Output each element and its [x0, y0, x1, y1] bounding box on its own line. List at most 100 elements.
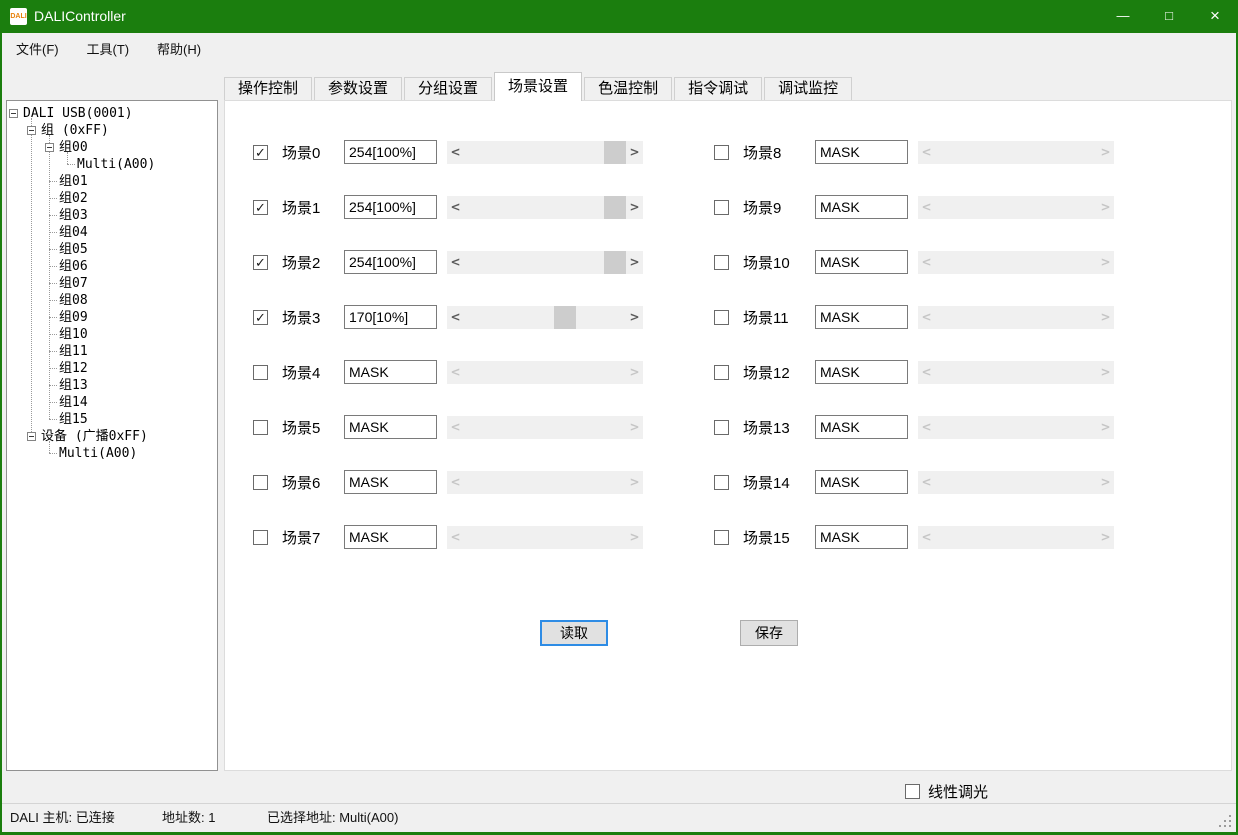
tree-item-label[interactable]: 组14	[59, 394, 88, 411]
scene-checkbox[interactable]	[714, 255, 729, 270]
tab-6[interactable]: 调试监控	[764, 77, 852, 100]
tree-item-label[interactable]: 组05	[59, 241, 88, 258]
tree-item[interactable]: 设备 (广播0xFF)	[7, 428, 217, 445]
scene-level-scrollbar[interactable]: <>	[447, 251, 643, 274]
scene-value-input[interactable]	[344, 250, 437, 274]
tree-item[interactable]: Multi(A00)	[7, 156, 217, 173]
tree-item-label[interactable]: Multi(A00)	[59, 445, 137, 462]
scrollbar-thumb[interactable]	[604, 251, 626, 274]
scene-checkbox[interactable]	[253, 420, 268, 435]
tree-item-label[interactable]: 组02	[59, 190, 88, 207]
tab-5[interactable]: 指令调试	[674, 77, 762, 100]
scene-checkbox[interactable]: ✓	[253, 310, 268, 325]
tab-4[interactable]: 色温控制	[584, 77, 672, 100]
tree-item-label[interactable]: 设备 (广播0xFF)	[41, 428, 148, 445]
tree-item-label[interactable]: 组00	[59, 139, 88, 156]
scene-checkbox[interactable]	[714, 420, 729, 435]
tree-item-label[interactable]: 组03	[59, 207, 88, 224]
tree-item[interactable]: 组15	[7, 411, 217, 428]
tree-item[interactable]: 组 (0xFF)	[7, 122, 217, 139]
close-button-icon[interactable]: ×	[1192, 0, 1238, 33]
scroll-left-arrow-icon[interactable]: <	[447, 196, 464, 219]
scene-checkbox[interactable]: ✓	[253, 145, 268, 160]
scene-level-scrollbar[interactable]: <>	[447, 141, 643, 164]
tree-item-label[interactable]: 组11	[59, 343, 88, 360]
tree-item[interactable]: 组06	[7, 258, 217, 275]
tree-collapse-icon[interactable]	[45, 143, 54, 152]
scene-value-input[interactable]	[815, 140, 908, 164]
tree-item-label[interactable]: 组12	[59, 360, 88, 377]
scrollbar-thumb[interactable]	[604, 141, 626, 164]
scene-checkbox[interactable]	[714, 310, 729, 325]
scene-level-scrollbar[interactable]: <>	[447, 196, 643, 219]
menu-tools[interactable]: 工具(T)	[82, 33, 135, 67]
save-button[interactable]: 保存	[740, 620, 798, 646]
tab-2[interactable]: 分组设置	[404, 77, 492, 100]
tree-collapse-icon[interactable]	[9, 109, 18, 118]
scene-checkbox[interactable]	[253, 365, 268, 380]
tree-item[interactable]: 组02	[7, 190, 217, 207]
tree-item[interactable]: 组10	[7, 326, 217, 343]
tree-item[interactable]: 组00	[7, 139, 217, 156]
tree-item-label[interactable]: 组 (0xFF)	[41, 122, 109, 139]
tree-item[interactable]: 组13	[7, 377, 217, 394]
tree-item-label[interactable]: 组06	[59, 258, 88, 275]
scene-value-input[interactable]	[344, 195, 437, 219]
scene-checkbox[interactable]: ✓	[253, 200, 268, 215]
tree-item[interactable]: 组04	[7, 224, 217, 241]
tree-item-label[interactable]: 组10	[59, 326, 88, 343]
tree-item[interactable]: 组08	[7, 292, 217, 309]
scroll-right-arrow-icon[interactable]: >	[626, 196, 643, 219]
scrollbar-thumb[interactable]	[554, 306, 576, 329]
scene-value-input[interactable]	[344, 525, 437, 549]
tree-item[interactable]: 组03	[7, 207, 217, 224]
scene-checkbox[interactable]	[253, 530, 268, 545]
minimize-button-icon[interactable]: —	[1100, 0, 1146, 33]
menu-file[interactable]: 文件(F)	[11, 33, 64, 67]
scene-value-input[interactable]	[815, 525, 908, 549]
scene-value-input[interactable]	[344, 415, 437, 439]
scene-value-input[interactable]	[815, 250, 908, 274]
tree-item-label[interactable]: Multi(A00)	[77, 156, 155, 173]
tab-1[interactable]: 参数设置	[314, 77, 402, 100]
tree-item-label[interactable]: 组08	[59, 292, 88, 309]
tree-item-label[interactable]: 组15	[59, 411, 88, 428]
scene-checkbox[interactable]	[714, 200, 729, 215]
scroll-right-arrow-icon[interactable]: >	[626, 251, 643, 274]
tree-item[interactable]: 组09	[7, 309, 217, 326]
tree-collapse-icon[interactable]	[27, 432, 36, 441]
maximize-button-icon[interactable]: □	[1146, 0, 1192, 33]
tree-collapse-icon[interactable]	[27, 126, 36, 135]
tree-item-label[interactable]: 组04	[59, 224, 88, 241]
scene-value-input[interactable]	[815, 360, 908, 384]
linear-dimming-checkbox[interactable]	[905, 784, 920, 799]
tree-item-label[interactable]: DALI USB(0001)	[23, 105, 133, 122]
scroll-right-arrow-icon[interactable]: >	[626, 306, 643, 329]
menu-help[interactable]: 帮助(H)	[152, 33, 206, 67]
resize-grip[interactable]	[1219, 815, 1231, 827]
scene-level-scrollbar[interactable]: <>	[447, 306, 643, 329]
scene-value-input[interactable]	[344, 305, 437, 329]
tree-item[interactable]: DALI USB(0001)	[7, 105, 217, 122]
scene-checkbox[interactable]	[714, 475, 729, 490]
scene-value-input[interactable]	[815, 195, 908, 219]
tree-item-label[interactable]: 组07	[59, 275, 88, 292]
tree-item-label[interactable]: 组13	[59, 377, 88, 394]
tree-item-label[interactable]: 组09	[59, 309, 88, 326]
scroll-left-arrow-icon[interactable]: <	[447, 141, 464, 164]
tree-item[interactable]: 组14	[7, 394, 217, 411]
read-button[interactable]: 读取	[540, 620, 608, 646]
tree-item[interactable]: 组05	[7, 241, 217, 258]
tree-item[interactable]: Multi(A00)	[7, 445, 217, 462]
tree-item[interactable]: 组07	[7, 275, 217, 292]
scene-value-input[interactable]	[344, 470, 437, 494]
scene-value-input[interactable]	[815, 415, 908, 439]
scene-checkbox[interactable]: ✓	[253, 255, 268, 270]
scene-checkbox[interactable]	[714, 530, 729, 545]
tree-item[interactable]: 组01	[7, 173, 217, 190]
title-bar[interactable]: DALI DALIController — □ ×	[0, 0, 1238, 33]
scroll-left-arrow-icon[interactable]: <	[447, 251, 464, 274]
tab-0[interactable]: 操作控制	[224, 77, 312, 100]
scene-checkbox[interactable]	[253, 475, 268, 490]
scene-value-input[interactable]	[344, 140, 437, 164]
